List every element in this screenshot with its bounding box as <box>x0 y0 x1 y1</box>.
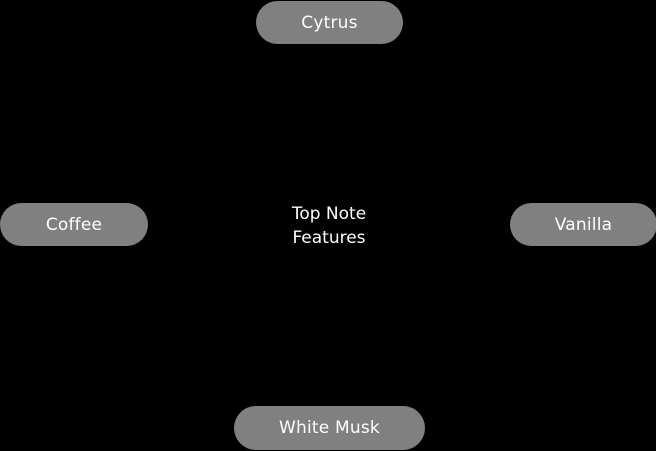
node-coffee: Coffee <box>0 203 148 246</box>
center-label: Top Note Features <box>248 202 410 250</box>
center-label-line-2: Features <box>292 228 366 248</box>
center-label-line-1: Top Note <box>291 204 367 224</box>
node-white-musk: White Musk <box>234 406 425 450</box>
node-label: Vanilla <box>554 214 613 235</box>
node-label: Cytrus <box>301 12 358 33</box>
node-cytrus: Cytrus <box>256 1 403 44</box>
node-label: Coffee <box>45 214 103 235</box>
node-vanilla: Vanilla <box>510 203 656 246</box>
node-label: White Musk <box>279 418 380 438</box>
